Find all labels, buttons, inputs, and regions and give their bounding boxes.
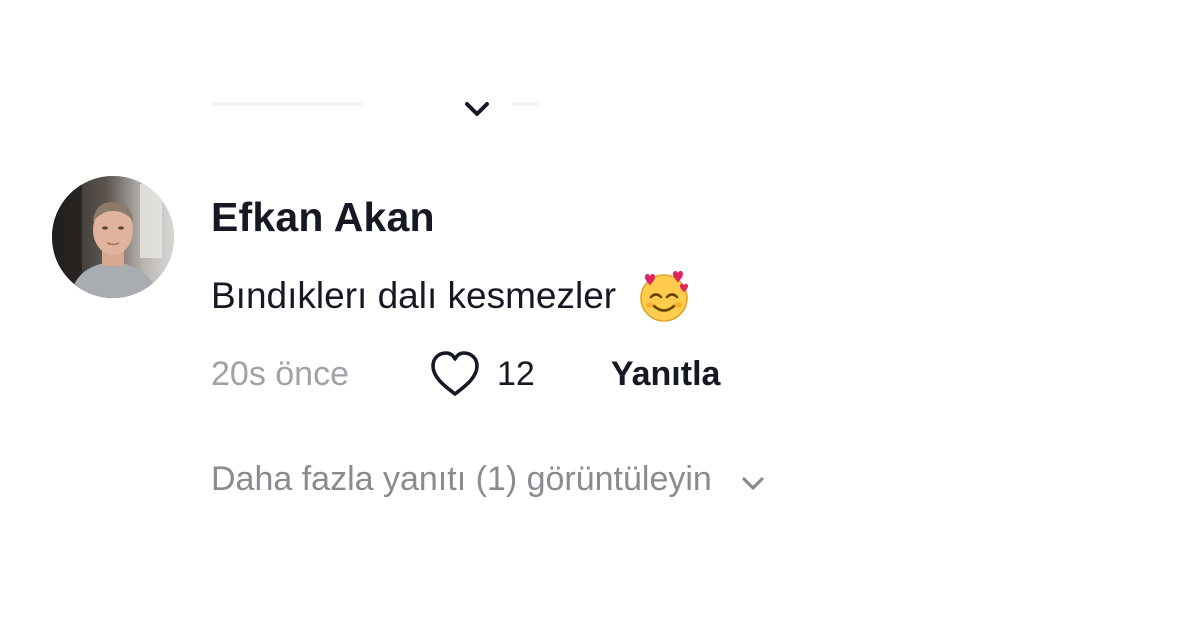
previous-content-fade-right — [512, 102, 538, 106]
chevron-down-icon — [742, 476, 764, 490]
heart-icon[interactable] — [427, 349, 483, 399]
comment-body: Bındıklerı dalı kesmezler — [211, 268, 692, 324]
view-more-replies-label: Daha fazla yanıtı (1) görüntüleyin — [211, 460, 712, 498]
comment-actions: 20s önce 12 Yanıtla — [211, 348, 720, 400]
view-more-replies-button[interactable]: Daha fazla yanıtı (1) görüntüleyin — [211, 460, 770, 499]
comment-timestamp: 20s önce — [211, 354, 349, 393]
collapse-chevron-icon[interactable] — [462, 96, 492, 120]
smiling-face-with-hearts-icon — [636, 268, 692, 324]
previous-content-fade-left — [212, 102, 362, 106]
comment-username[interactable]: Efkan Akan — [211, 194, 435, 241]
reply-button[interactable]: Yanıtla — [611, 355, 721, 394]
avatar[interactable] — [52, 176, 174, 298]
comment-text: Bındıklerı dalı kesmezler — [211, 275, 617, 316]
like-count: 12 — [497, 354, 535, 393]
like-button[interactable]: 12 — [427, 349, 535, 399]
